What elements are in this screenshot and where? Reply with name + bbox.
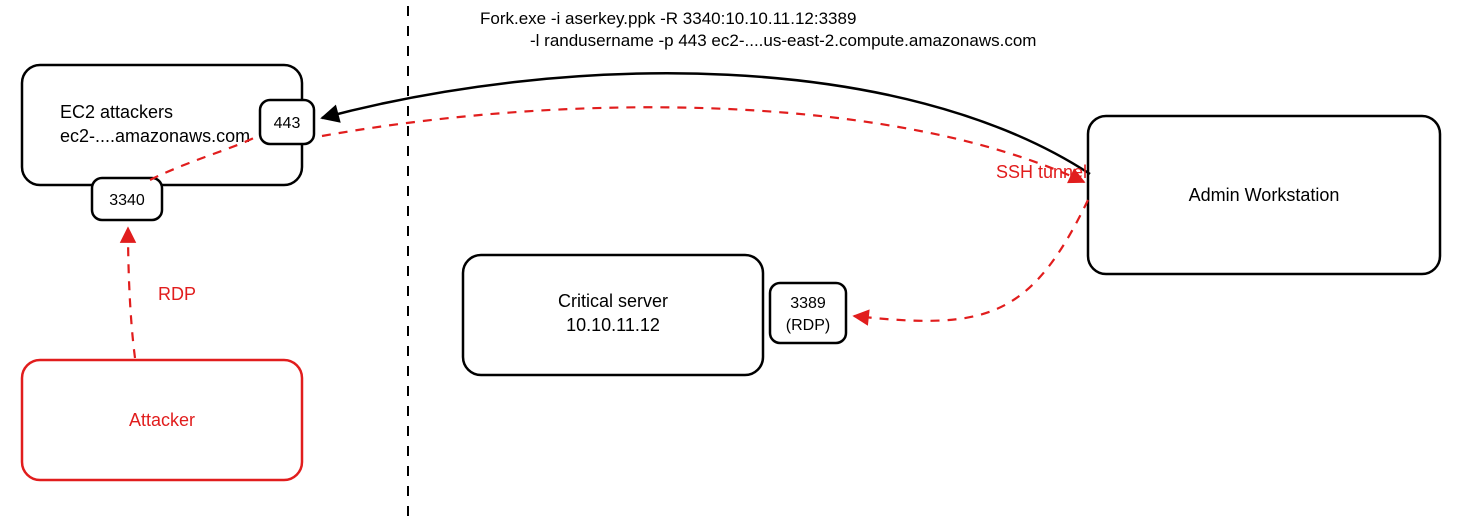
port-3389-badge: 3389 (RDP): [770, 283, 846, 343]
rdp-label: RDP: [158, 284, 196, 304]
command-line-2: -l randusername -p 443 ec2-....us-east-2…: [530, 31, 1036, 50]
ssh-tunnel-label: SSH tunnel: [996, 162, 1087, 182]
ssh-tunnel-arrow: [322, 73, 1090, 174]
admin-workstation-box: Admin Workstation: [1088, 116, 1440, 274]
command-line-1: Fork.exe -i aserkey.ppk -R 3340:10.10.11…: [480, 9, 856, 28]
attacker-label: Attacker: [129, 410, 195, 430]
attacker-box: Attacker: [22, 360, 302, 480]
port-3389-proto: (RDP): [786, 317, 830, 334]
ec2-title: EC2 attackers: [60, 102, 173, 122]
ec2-sub: ec2-....amazonaws.com: [60, 126, 250, 146]
port-3389-label: 3389: [790, 295, 826, 312]
red-return-ec2-to-admin: [322, 107, 1084, 182]
critical-title: Critical server: [558, 291, 668, 311]
red-attacker-to-3340: [128, 228, 135, 358]
port-3340-badge: 3340: [92, 178, 162, 220]
port-443-badge: 443: [260, 100, 314, 144]
critical-server-box: Critical server 10.10.11.12: [463, 255, 763, 375]
admin-label: Admin Workstation: [1189, 185, 1340, 205]
port-3340-label: 3340: [109, 192, 145, 209]
critical-sub: 10.10.11.12: [566, 315, 660, 335]
port-443-label: 443: [274, 115, 301, 132]
red-admin-to-critical: [854, 200, 1088, 321]
